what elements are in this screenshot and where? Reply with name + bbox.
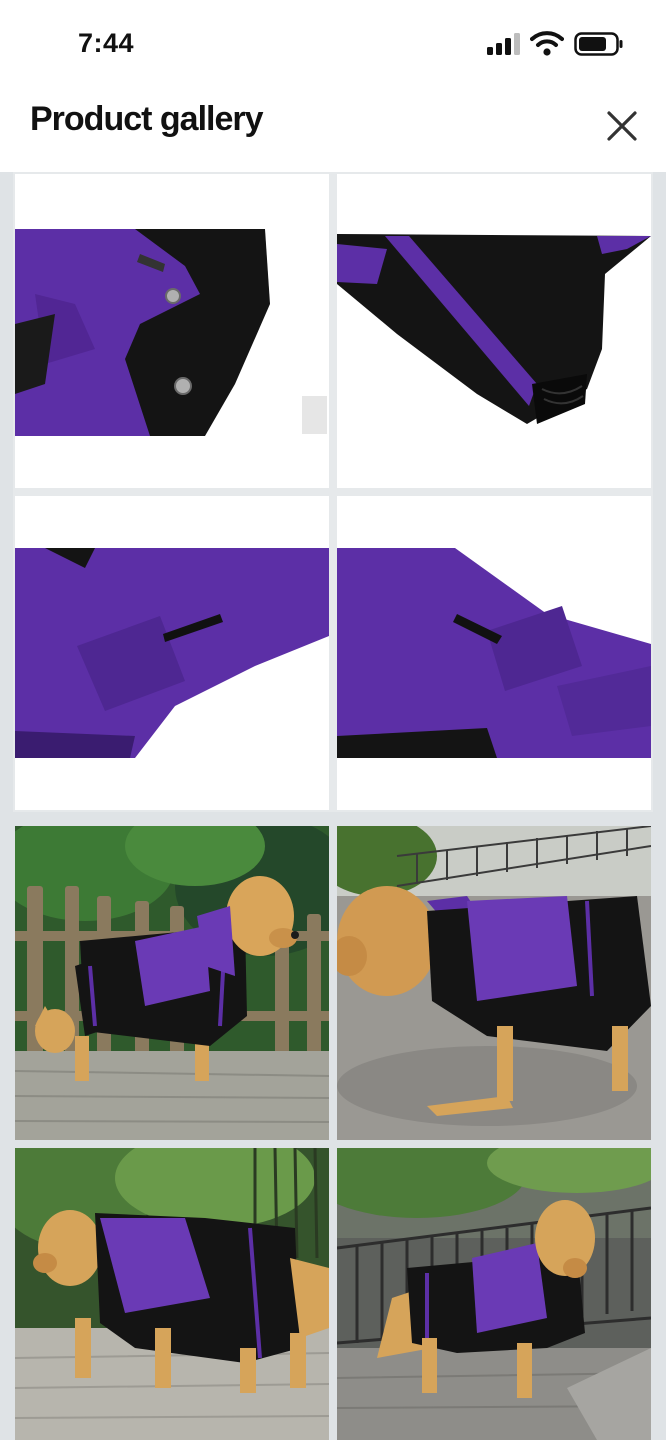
gallery-image-pocket-detail-left[interactable]: [15, 496, 329, 810]
cellular-signal-icon: [487, 33, 521, 55]
gallery-image-dog-bamboo[interactable]: [15, 1148, 329, 1440]
product-gallery[interactable]: [0, 172, 666, 1440]
wifi-icon: [530, 31, 564, 56]
close-icon: [607, 111, 637, 141]
close-button[interactable]: [600, 104, 644, 148]
header: Product gallery: [0, 88, 666, 173]
gallery-image-pocket-detail-right[interactable]: [337, 496, 651, 810]
detail-images-group: [13, 172, 653, 812]
gallery-image-collar-detail[interactable]: [15, 174, 329, 488]
status-bar: 7:44: [0, 0, 666, 88]
gallery-image-dog-path-side[interactable]: [337, 826, 651, 1140]
gallery-image-sleeve-detail[interactable]: [337, 174, 651, 488]
status-time: 7:44: [78, 28, 135, 58]
page-title: Product gallery: [30, 100, 264, 138]
gallery-image-dog-iron-fence[interactable]: [337, 1148, 651, 1440]
battery-icon: [574, 32, 623, 56]
gallery-image-dog-wooden-fence[interactable]: [15, 826, 329, 1140]
